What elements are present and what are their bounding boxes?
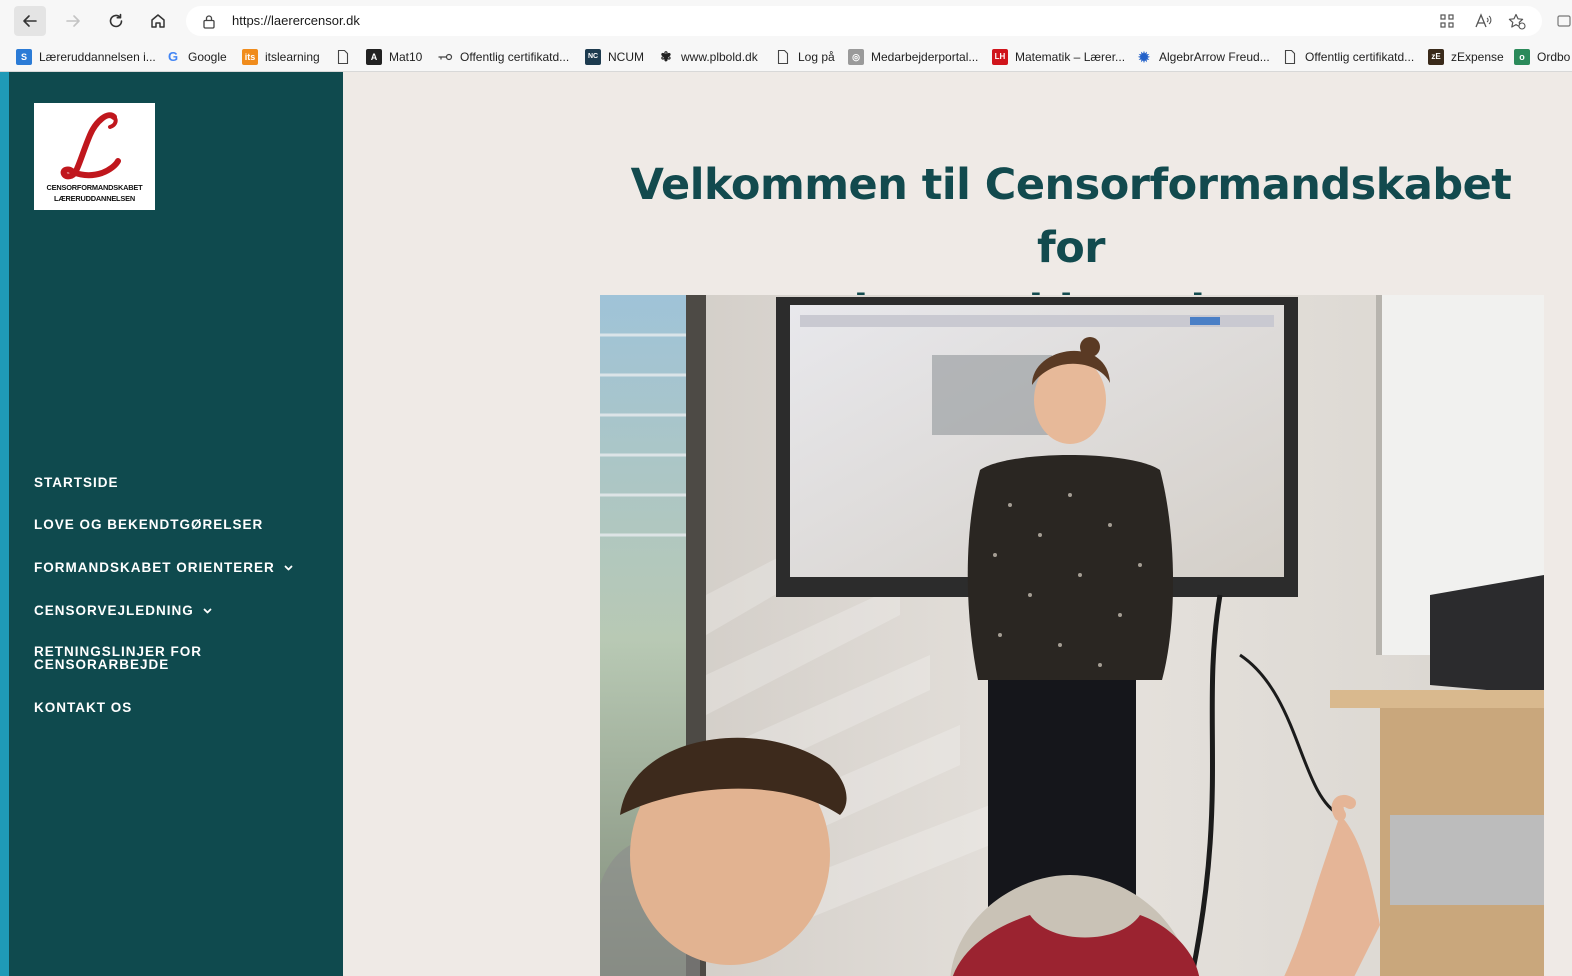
site-logo[interactable]: CENSORFORMANDSKABET LÆRERUDDANNELSEN — [34, 103, 155, 210]
plbold-icon: ✾ — [660, 49, 672, 64]
bookmark-laereruddannelsen[interactable]: S Læreruddannelsen i... — [16, 47, 156, 67]
reload-button[interactable] — [100, 6, 132, 36]
ncum-icon: NC — [585, 49, 601, 65]
read-aloud-icon[interactable] — [1474, 13, 1492, 29]
bookmark-label: itslearning — [265, 50, 320, 64]
menu-item-label: CENSORVEJLEDNING — [34, 603, 194, 618]
gear-icon: ✹ — [1138, 49, 1150, 65]
bookmark-label: Matematik – Lærer... — [1015, 50, 1126, 64]
bookmark-offentlig-1[interactable]: Offentlig certifikatd... — [437, 47, 569, 67]
page-icon — [337, 49, 349, 65]
bookmarks-bar: S Læreruddannelsen i... G Google its its… — [0, 42, 1572, 72]
lock-icon[interactable] — [202, 14, 216, 29]
bookmark-zexpense[interactable]: zE zExpense — [1428, 47, 1504, 67]
menu-item-kontakt-os[interactable]: KONTAKT OS — [34, 700, 133, 715]
google-icon: G — [167, 49, 179, 64]
itslearning-icon: its — [242, 49, 258, 65]
chevron-down-icon[interactable] — [284, 565, 293, 572]
bookmark-label: AlgebrArrow Freud... — [1159, 50, 1270, 64]
menu-item-love-og-bekendtgoerelser[interactable]: LOVE OG BEKENDTGØRELSER — [34, 517, 264, 532]
bookmark-label: Log på — [798, 50, 835, 64]
page-title-line1: Velkommen til Censorformandskabet for — [630, 160, 1512, 273]
menu-item-label-line2: CENSORARBEJDE — [34, 657, 170, 672]
menu-item-label: KONTAKT OS — [34, 700, 133, 715]
bookmark-label: Offentlig certifikatd... — [1305, 50, 1415, 64]
portal-icon: ◎ — [848, 49, 864, 65]
bookmark-ncum[interactable]: NC NCUM — [585, 47, 644, 67]
collections-icon[interactable] — [1557, 14, 1571, 28]
logo-text-line2: LÆRERUDDANNELSEN — [54, 194, 135, 203]
bookmark-label: Læreruddannelsen i... — [39, 50, 156, 64]
window-accent-edge — [0, 72, 9, 976]
bookmark-google[interactable]: G Google — [165, 47, 227, 67]
bookmark-plbold[interactable]: ✾ www.plbold.dk — [658, 47, 758, 67]
bookmark-label: Medarbejderportal... — [871, 50, 979, 64]
menu-item-formandskabet-orienterer[interactable]: FORMANDSKABET ORIENTERER — [34, 561, 293, 574]
back-button[interactable] — [14, 6, 46, 36]
favorite-star-icon[interactable] — [1508, 13, 1526, 30]
mat10-icon: A — [366, 49, 382, 65]
menu-item-censorvejledning[interactable]: CENSORVEJLEDNING — [34, 604, 212, 617]
logo-text-line1: CENSORFORMANDSKABET — [46, 183, 143, 192]
menu-item-startside[interactable]: STARTSIDE — [34, 475, 119, 490]
bookmark-offentlig-2[interactable]: Offentlig certifikatd... — [1282, 47, 1414, 67]
key-icon — [438, 53, 453, 61]
menu-item-retningslinjer[interactable]: RETNINGSLINJER FOR CENSORARBEJDE — [34, 645, 202, 672]
menu-item-label: STARTSIDE — [34, 475, 119, 490]
bookmark-log-paa[interactable]: Log på — [775, 47, 835, 67]
logo-l-mark-icon — [60, 112, 121, 180]
bookmark-itslearning[interactable]: its itslearning — [242, 47, 320, 67]
bookmark-label: Google — [188, 50, 227, 64]
bookmark-label: Mat10 — [389, 50, 423, 64]
sidebar: CENSORFORMANDSKABET LÆRERUDDANNELSEN STA… — [9, 72, 343, 976]
ordbog-icon: o — [1514, 49, 1530, 65]
home-button[interactable] — [142, 6, 174, 36]
url-text[interactable]: https://laerercensor.dk — [232, 13, 360, 28]
bookmark-label: Offentlig certifikatd... — [460, 50, 570, 64]
chevron-down-icon[interactable] — [203, 608, 212, 615]
bookmark-page[interactable] — [335, 47, 358, 67]
main-content: Velkommen til Censorformandskabet for læ… — [343, 72, 1572, 976]
bookmark-label: www.plbold.dk — [681, 50, 758, 64]
bookmark-label: zExpense — [1451, 50, 1504, 64]
bookmark-medarbejderportal[interactable]: ◎ Medarbejderportal... — [848, 47, 978, 67]
bookmark-algebrarrow[interactable]: ✹ AlgebrArrow Freud... — [1136, 47, 1270, 67]
arrow-left-icon — [23, 15, 37, 27]
address-bar[interactable]: https://laerercensor.dk — [186, 6, 1542, 36]
home-icon — [151, 14, 165, 28]
browser-toolbar: https://laerercensor.dk — [0, 0, 1572, 42]
arrow-right-icon — [66, 15, 80, 27]
bookmark-ordbog[interactable]: o Ordbo — [1514, 47, 1570, 67]
bookmark-label: NCUM — [608, 50, 644, 64]
page-icon — [1284, 49, 1296, 65]
bookmark-label: Ordbo — [1537, 50, 1571, 64]
hero-image — [600, 295, 1544, 976]
classroom-photo — [600, 295, 1544, 976]
page-icon — [777, 49, 789, 65]
zexpense-icon: zE — [1428, 49, 1444, 65]
menu-item-label: LOVE OG BEKENDTGØRELSER — [34, 517, 264, 532]
matematik-icon: LH — [992, 49, 1008, 65]
sharepoint-icon: S — [16, 49, 32, 65]
apps-icon[interactable] — [1439, 13, 1455, 29]
forward-button[interactable] — [57, 6, 89, 36]
bookmark-mat10[interactable]: A Mat10 — [366, 47, 422, 67]
bookmark-matematik[interactable]: LH Matematik – Lærer... — [992, 47, 1125, 67]
menu-item-label: FORMANDSKABET ORIENTERER — [34, 560, 275, 575]
refresh-icon — [109, 13, 123, 28]
